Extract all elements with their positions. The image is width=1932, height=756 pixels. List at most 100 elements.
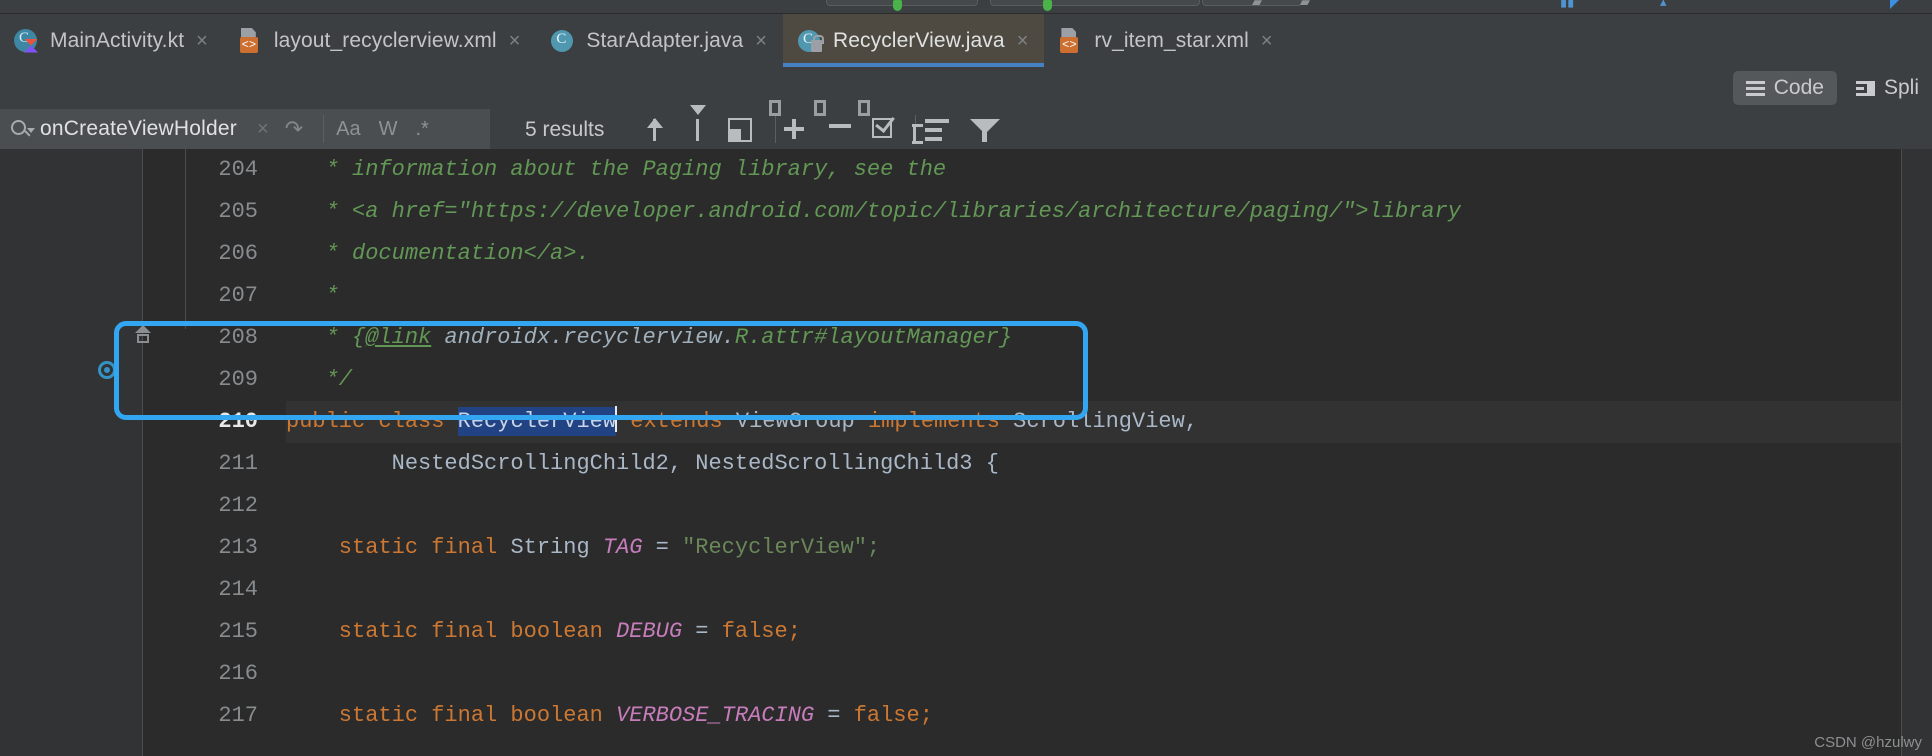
line-number: 216 — [218, 661, 258, 686]
next-occurrence-button[interactable] — [683, 105, 713, 144]
tab-star-adapter-java[interactable]: C StarAdapter.java × — [536, 14, 783, 67]
device-selector[interactable] — [990, 0, 1200, 6]
code-line[interactable]: 205 * <a href="https://developer.android… — [143, 191, 1932, 233]
code-token: R.attr#layoutManager} — [734, 325, 1013, 350]
line-content[interactable]: static final boolean DEBUG = false; — [286, 611, 1932, 653]
tab-main-activity-kt[interactable]: C MainActivity.kt × — [0, 14, 224, 67]
tab-label: rv_item_star.xml — [1094, 28, 1249, 52]
words-toggle[interactable]: W — [373, 118, 404, 141]
editor-gutter[interactable] — [0, 149, 143, 756]
search-icon[interactable] — [10, 118, 35, 140]
code-token: static final boolean — [286, 703, 617, 728]
line-content[interactable]: static final String TAG = "RecyclerView"… — [286, 527, 1932, 569]
tab-recyclerview-java[interactable]: C RecyclerView.java × — [782, 14, 1045, 67]
code-line[interactable]: 213 static final String TAG = "RecyclerV… — [143, 527, 1932, 569]
previous-occurrence-button[interactable] — [640, 116, 670, 144]
avd-manager-icon[interactable]: ▰ — [1252, 0, 1262, 10]
code-line[interactable]: 208 * {@link androidx.recyclerview.R.att… — [143, 317, 1932, 359]
code-line[interactable]: 212 — [143, 485, 1932, 527]
code-line[interactable]: 209 */ — [143, 359, 1932, 401]
code-token: ScrollingView, — [1013, 409, 1199, 434]
watermark: CSDN @hzulwy — [1814, 734, 1922, 751]
filter-search-button[interactable] — [970, 116, 1000, 144]
debug-status-icon[interactable] — [1043, 0, 1052, 11]
code-line[interactable]: 210 public class RecyclerView extends Vie… — [143, 401, 1932, 443]
code-line[interactable]: 215 static final boolean DEBUG = false; — [143, 611, 1932, 653]
code-line[interactable]: 217 static final boolean VERBOSE_TRACING… — [143, 695, 1932, 737]
tab-layout-recyclerview-xml[interactable]: <> layout_recyclerview.xml × — [224, 14, 537, 67]
run-button-icon[interactable] — [893, 0, 902, 11]
line-number: 204 — [218, 157, 258, 182]
line-number: 209 — [218, 367, 258, 392]
view-mode-split-button[interactable]: Spli — [1843, 71, 1932, 105]
close-icon[interactable]: × — [753, 31, 769, 51]
bookmark-breakpoint-icon[interactable] — [98, 361, 116, 379]
layout-inspector-icon[interactable] — [1890, 0, 1903, 9]
code-token: false; — [721, 619, 801, 644]
code-line[interactable]: 207 * — [143, 275, 1932, 317]
divider — [775, 115, 776, 143]
close-icon[interactable]: × — [1015, 31, 1031, 51]
code-line[interactable]: 206 * documentation</a>. — [143, 233, 1932, 275]
code-token: = — [827, 703, 854, 728]
android-xml-file-icon: <> — [1058, 27, 1084, 54]
line-content[interactable]: * {@link androidx.recyclerview.R.attr#la… — [286, 317, 1932, 359]
line-content[interactable]: * <a href="https://developer.android.com… — [286, 191, 1932, 233]
line-content[interactable]: NestedScrollingChild2, NestedScrollingCh… — [286, 443, 1932, 485]
add-carets-button[interactable] — [769, 100, 823, 144]
tab-label: layout_recyclerview.xml — [273, 28, 497, 52]
close-icon[interactable]: × — [194, 31, 210, 51]
code-token: VERBOSE_TRACING — [616, 703, 828, 728]
code-token: = — [655, 535, 683, 560]
line-content[interactable]: */ — [286, 359, 1932, 401]
search-input[interactable]: onCreateViewHolder × ↷ Aa W .* — [0, 109, 490, 149]
code-token: TAG — [602, 535, 656, 560]
error-stripe-gutter[interactable] — [1902, 149, 1932, 756]
profiler-icon[interactable]: ▴ — [1660, 0, 1667, 10]
line-content[interactable]: * documentation</a>. — [286, 233, 1932, 275]
code-fold-marker[interactable] — [135, 325, 151, 347]
code-token: DEBUG — [616, 619, 696, 644]
regex-toggle[interactable]: .* — [409, 118, 434, 141]
code-line[interactable]: 204 * information about the Paging libra… — [143, 149, 1932, 191]
line-content[interactable]: public class RecyclerView extends ViewGr… — [286, 401, 1932, 443]
line-number: 205 — [218, 199, 258, 224]
close-icon[interactable]: × — [507, 31, 523, 51]
view-mode-code-label: Code — [1773, 76, 1824, 99]
main-toolbar-strip: ▰ ▰ ▮▮ ▴ — [0, 0, 1932, 14]
line-content[interactable]: * information about the Paging library, … — [286, 149, 1932, 191]
line-number: 210 — [218, 409, 258, 434]
tab-rv-item-star-xml[interactable]: <> rv_item_star.xml × — [1044, 14, 1288, 67]
tab-label: MainActivity.kt — [50, 28, 185, 52]
code-line[interactable]: 214 — [143, 569, 1932, 611]
select-occurrences-button[interactable] — [858, 100, 912, 144]
code-token: ViewGroup — [735, 409, 868, 434]
code-token: false; — [853, 703, 933, 728]
remove-carets-button[interactable] — [814, 100, 868, 144]
search-everywhere-icon[interactable]: ▮▮ — [1560, 0, 1574, 10]
line-number: 206 — [218, 241, 258, 266]
clear-search-icon[interactable]: × — [257, 118, 269, 141]
view-mode-code-button[interactable]: Code — [1732, 71, 1837, 105]
line-number: 213 — [218, 535, 258, 560]
run-config-selector[interactable] — [826, 0, 978, 6]
selected-token[interactable]: RecyclerView — [457, 407, 617, 436]
java-class-icon: C — [550, 28, 576, 54]
code-line[interactable]: 211 NestedScrollingChild2, NestedScrolli… — [143, 443, 1932, 485]
code-editor[interactable]: 204 * information about the Paging libra… — [0, 149, 1932, 756]
revert-search-icon[interactable]: ↷ — [285, 116, 303, 142]
code-lines-container[interactable]: 204 * information about the Paging libra… — [143, 149, 1932, 756]
add-selection-for-lines-button[interactable] — [912, 116, 965, 144]
tab-label: StarAdapter.java — [586, 28, 744, 52]
sdk-manager-icon[interactable]: ▰ — [1300, 0, 1310, 10]
search-input-value[interactable]: onCreateViewHolder — [40, 117, 237, 141]
match-case-toggle[interactable]: Aa — [330, 118, 366, 141]
line-content[interactable]: static final boolean VERBOSE_TRACING = f… — [286, 695, 1932, 737]
line-number: 211 — [218, 451, 258, 476]
close-icon[interactable]: × — [1259, 31, 1275, 51]
code-line[interactable]: 216 — [143, 653, 1932, 695]
select-all-occurrences-button[interactable] — [726, 116, 756, 144]
line-content[interactable]: * — [286, 275, 1932, 317]
